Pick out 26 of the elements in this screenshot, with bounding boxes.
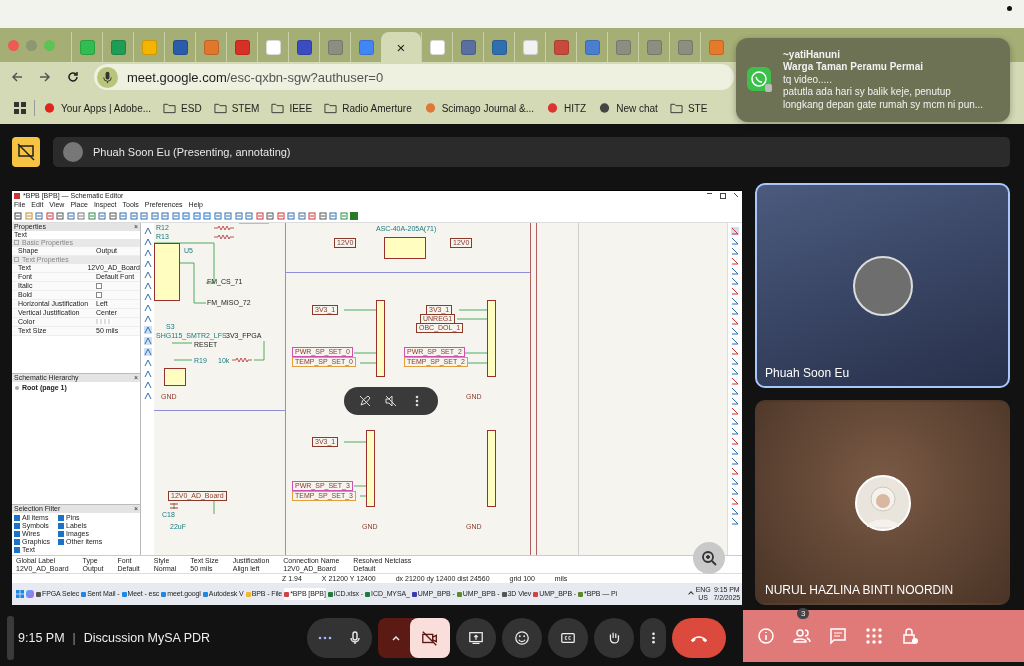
notification-message: tq video..... <box>783 73 833 87</box>
notification-card[interactable]: ~yatiHanuni Warga Taman Peramu Permai tq video..... patutla ada hari sy balik keje, penutup longkang depan gate rumah sy mcm ni pun... <box>736 38 1010 122</box>
separator: | <box>72 631 76 645</box>
bookmark[interactable]: ESD <box>163 102 202 114</box>
people-count-badge: 3 <box>797 608 810 619</box>
bookmark[interactable]: New chat <box>598 102 658 114</box>
bookmark[interactable]: STE <box>669 102 708 114</box>
notification-title: Warga Taman Peramu Permai <box>783 61 925 74</box>
bookmark[interactable]: STEM <box>213 102 260 114</box>
bookmark[interactable]: Your Apps | Adobe... <box>43 102 152 114</box>
presenter-label: Phuah Soon Eu (Presenting, annotating) <box>93 146 291 158</box>
browser-tab[interactable]: × <box>381 32 421 62</box>
bookmark[interactable]: Scimago Journal &... <box>423 102 534 114</box>
participant-tile[interactable]: NURUL HAZLINA BINTI NOORDIN <box>755 400 1010 605</box>
participant-tile[interactable]: Phuah Soon Eu <box>755 183 1010 388</box>
bookmark[interactable]: IEEE <box>271 102 313 114</box>
notification-sender: ~yatiHanuni <box>783 48 841 62</box>
participant-name: Phuah Soon Eu <box>765 366 850 380</box>
participant-name: NURUL HAZLINA BINTI NOORDIN <box>765 583 954 597</box>
meeting-time: 9:15 PM <box>18 631 65 645</box>
notification-message: patutla ada hari sy balik keje, penutup <box>783 86 952 99</box>
meeting-title: Discussion MySA PDR <box>83 631 211 645</box>
bookmark[interactable]: HITZ <box>545 102 587 114</box>
address-field[interactable]: meet.google.com/esc-qxbn-sgw?authuser=0 <box>94 64 734 90</box>
bookmark[interactable]: Radio Amerture <box>324 102 412 114</box>
notification-message: longkang depan gate rumah sy mcm ni pun... <box>783 98 984 112</box>
